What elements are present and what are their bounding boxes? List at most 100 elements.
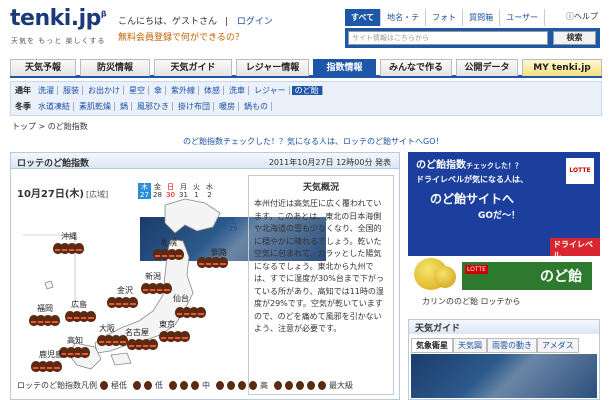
help-icon: ⓘ [566,12,574,21]
subnav-link[interactable]: 鍋 [117,102,132,111]
subnav-link[interactable]: 体感 [201,86,224,95]
nav-tab[interactable]: MY tenki.jp [522,59,602,76]
city-label[interactable]: 名古屋 [125,327,149,338]
issued-time: 2011年10月27日 12時00分 発表 [268,158,391,167]
package-brand: LOTTE [465,265,488,274]
nodoame-index-icons [53,243,84,255]
weather-summary: 天気概況 本州付近は高気圧に広く覆われています。このあとは、東北の日本海側や北海… [248,175,394,395]
nodoame-drop-icon [196,307,206,318]
weather-guide-tab[interactable]: アメダス [537,338,579,353]
city-label[interactable]: 沖縄 [61,231,77,242]
nodoame-drop-icon [80,347,90,358]
city-label[interactable]: 仙台 [173,293,189,304]
nodoame-drop-icon [86,311,96,322]
subnav-link[interactable]: 傘 [151,86,166,95]
subnav-link[interactable]: 掛け布団 [175,102,214,111]
nodoame-drop-icon [307,381,315,390]
nodoame-drop-icon [238,381,246,390]
search-tab[interactable]: ユーザー [500,9,545,26]
city-label[interactable]: 広島 [71,299,87,310]
nav-tab[interactable]: 天気ガイド [154,59,232,76]
greeting: こんにちは、ゲストさん | ログイン [118,14,273,27]
nodoame-drop-icon [169,381,177,390]
nodoame-index-icons [29,315,60,327]
nodoame-package: LOTTE のど飴 [462,262,592,290]
legend-text: 低 [155,381,163,390]
sub-nav: 通年 洗濯 服装 お出かけ 星空傘紫外線 体感 洗車 レジャー のど飴 冬季 水道凍結 素肌乾燥鍋風… [10,81,602,116]
subnav-link[interactable]: 紫外線 [168,86,199,95]
subnav-link[interactable]: 洗濯 [35,86,58,95]
nav-tab[interactable]: レジャー情報 [236,59,309,76]
search-tab[interactable]: 質問箱 [463,9,501,26]
nodoame-drop-icon [128,297,138,308]
subnav-link[interactable]: のど飴 [291,86,323,95]
subnav-link[interactable]: 鍋もの [241,102,272,111]
subnav-link[interactable]: レジャー [251,86,290,95]
index-legend: ロッテのど飴指数凡例 極低 低 中 高 最大級 [17,380,395,391]
city-label[interactable]: 札幌 [161,237,177,248]
japan-map: 10月27日(木) [広域] 木 27 金 28 土 29 日 30 月 31 火 1 水 2 沖縄 札幌 釧路… [15,175,326,375]
nav-tab[interactable]: 公開データ [456,59,518,76]
subnav-row-winter: 冬季 水道凍結 素肌乾燥鍋風邪ひき 掛け布団 暖房 鍋もの [15,101,274,115]
subnav-link[interactable]: 服装 [60,86,83,95]
weather-guide-tab[interactable]: 気象衛星 [411,338,453,353]
subnav-link[interactable]: 水道凍結 [35,102,74,111]
weather-guide-tab[interactable]: 雨雲の動き [487,338,537,353]
weather-guide: 天気ガイド 気象衛星 天気図 雨雲の動き アメダス [408,319,600,400]
search-tabs: すべて 地名・テ フォト 質問箱 ユーザー [345,9,600,26]
search-input[interactable]: サイト情報はこちらから [348,31,548,45]
nodoame-index-icons [153,249,184,261]
greeting-text: こんにちは、ゲストさん [118,17,218,27]
nav-tab[interactable]: 天気予報 [10,59,76,76]
main-nav: 天気予報 防災情報 天気ガイド レジャー情報 指数情報 みんなで作る 公開データ MY ten… [10,59,602,78]
lotte-ad-banner[interactable]: のど飴指数チェックした！？ ドライレベルが気になる人は、 のど飴サイトへ GOだ… [408,152,600,312]
ad-headline-main: のど飴指数 [416,160,466,171]
breadcrumb: トップ > のど飴指数 [12,122,88,131]
nodoame-drop-icon [52,361,62,372]
search-tab[interactable]: 地名・テ [381,9,427,26]
city-label[interactable]: 福岡 [37,303,53,314]
nodoame-drop-icon [74,243,84,254]
search-tab[interactable]: フォト [426,9,464,26]
search-button[interactable]: 検索 [553,31,596,45]
subnav-link[interactable]: 素肌乾燥 [76,102,115,111]
subnav-link[interactable]: 洗車 [226,86,249,95]
subnav-link[interactable]: 風邪ひき [134,102,173,111]
legend-label: ロッテのど飴指数凡例 [17,381,97,390]
package-name: のど飴 [540,269,582,285]
legend-item: 極低 [100,381,130,390]
legend-item: 低 [133,381,166,390]
city-label[interactable]: 鹿児島 [39,349,63,360]
nodoame-drop-icon [296,381,304,390]
subnav-link[interactable]: 暖房 [216,102,239,111]
legend-text: 最大級 [329,381,353,390]
nav-tab[interactable]: みんなで作る [380,59,452,76]
subnav-link[interactable]: お出かけ [85,86,124,95]
tenki-logo[interactable]: tenki.jpβ [10,6,107,31]
nav-tab[interactable]: 指数情報 [313,59,376,76]
nodoame-drop-icon [174,249,184,260]
promo-link[interactable]: のど飴指数チェックした！？気になる人は、ロッテのど飴サイトへGO！ [183,136,444,147]
subnav-link[interactable]: 星空 [126,86,149,95]
nodoame-index-icons [65,311,96,323]
city-label[interactable]: 大阪 [99,323,115,334]
ad-go: GOだ～！ [478,211,521,221]
satellite-image[interactable] [411,354,597,398]
weather-guide-tab[interactable]: 天気図 [453,338,487,353]
city-label[interactable]: 高知 [67,335,83,346]
search-tab[interactable]: すべて [345,9,382,26]
weather-guide-tabs: 気象衛星 天気図 雨雲の動き アメダス [411,338,579,353]
nodoame-panel: ロッテのど飴指数 2011年10月27日 12時00分 発表 10月27日(木)… [10,152,400,400]
nav-tab[interactable]: 防災情報 [80,59,150,76]
search-bar: サイト情報はこちらから 検索 [345,28,600,48]
login-link[interactable]: ログイン [237,17,273,27]
city-label[interactable]: 新潟 [145,271,161,282]
nodoame-drop-icon [162,283,172,294]
signup-link[interactable]: 無料会員登録で何ができるの？ [118,30,244,43]
nodoame-index-icons [59,347,90,359]
help-link[interactable]: ⓘヘルプ [566,11,598,22]
city-label[interactable]: 東京 [159,319,175,330]
legend-item: 高 [216,381,271,390]
city-label[interactable]: 金沢 [117,285,133,296]
subnav-row-annual: 通年 洗濯 服装 お出かけ 星空傘紫外線 体感 洗車 レジャー のど飴 [15,85,325,99]
